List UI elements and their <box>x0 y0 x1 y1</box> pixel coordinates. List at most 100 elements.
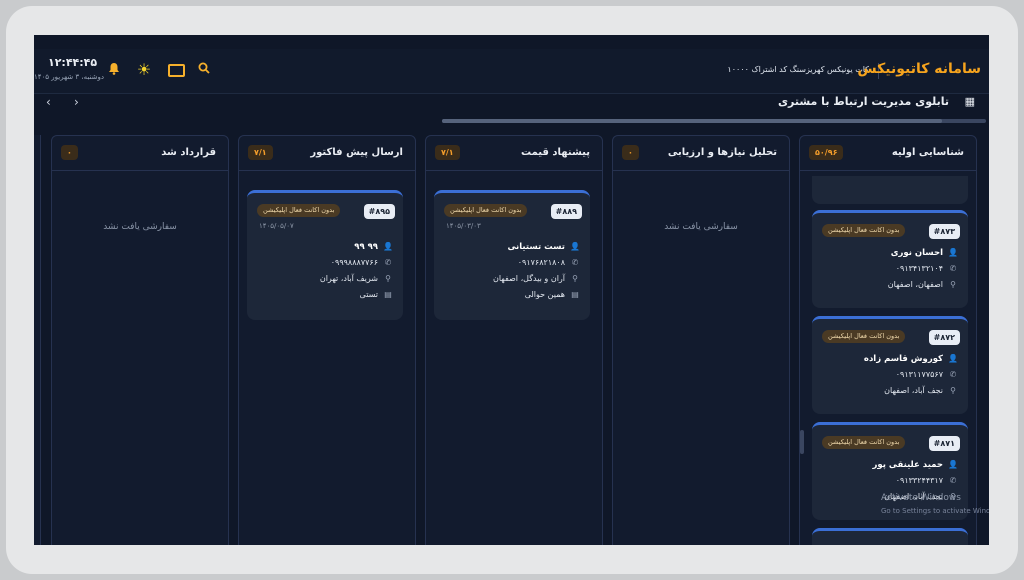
bell-icon[interactable] <box>106 62 122 78</box>
column-contract-signed: قرارداد شد ۰ سفارشی یافت نشد <box>51 135 229 545</box>
column-scrollbar-thumb[interactable] <box>800 430 804 454</box>
empty-state-text: سفارشی یافت نشد <box>103 222 177 232</box>
card-partial[interactable] <box>812 528 968 545</box>
column-header: شناسایی اولیه ۵۰/۹۶ <box>800 136 976 171</box>
card-note-row: ▤ همین حوالی <box>525 290 580 302</box>
column-count-badge: ۵۰/۹۶ <box>809 145 844 160</box>
card-address-row: ⚲ نجف آباد، اصفهان <box>884 386 958 398</box>
card-address-row: ⚲ شریف آباد، تهران <box>320 274 393 286</box>
column-header: قرارداد شد ۰ <box>52 136 228 171</box>
column-count-badge: ۷/۱ <box>248 145 273 160</box>
card-note: تستی <box>359 290 378 299</box>
card-date: ۱۴۰۵/۰۳/۰۳ <box>446 222 481 230</box>
keyboard-icon[interactable] <box>168 62 185 78</box>
column-initial-identification: شناسایی اولیه ۵۰/۹۶ #۸۷۳ بدون اکانت فعال… <box>799 135 977 545</box>
card-id: #۸۷۲ <box>928 330 960 345</box>
user-icon: 👤 <box>570 242 580 251</box>
card-phone-row: ✆ ۰۹۱۳۴۱۳۲۱۰۴ <box>896 264 958 276</box>
card-name-row: 👤 حمید علینقی پور <box>873 460 958 472</box>
card-name-row: 👤 احسان نوری <box>891 248 958 260</box>
location-icon: ⚲ <box>950 280 956 289</box>
card-name-row: 👤 تست تستیانی <box>507 242 580 254</box>
card-phone: ۰۹۱۷۶۸۲۱۸۰۸ <box>517 258 565 267</box>
user-icon: 👤 <box>383 242 393 251</box>
column-count-badge: ۷/۱ <box>435 145 460 160</box>
chevron-left-icon[interactable]: ‹ <box>46 95 51 109</box>
subscription-subtitle: کات یونیکس کهریزسنگ کد اشتراک ۱۰۰۰۰ <box>727 65 869 74</box>
column-needs-analysis: تحلیل نیازها و ارزیابی ۰ سفارشی یافت نشد <box>612 135 790 545</box>
phone-icon: ✆ <box>949 264 957 273</box>
user-icon: 👤 <box>948 460 958 469</box>
card-name: احسان نوری <box>890 248 943 258</box>
phone-icon: ✆ <box>949 370 957 379</box>
current-date: دوشنبه، ۳ شهریور ۱۴۰۵ <box>34 73 104 81</box>
chevron-right-icon[interactable]: › <box>74 95 79 109</box>
card-name: ۹۹ ۹۹ <box>354 242 378 252</box>
card-note-row: ▤ تستی <box>360 290 393 302</box>
document-icon: ▤ <box>384 290 392 299</box>
card-phone-row: ✆ ۰۹۱۳۳۲۴۴۳۱۷ <box>896 476 958 488</box>
column-title: پیشنهاد قیمت <box>521 147 590 158</box>
customer-card[interactable]: #۸۷۱ بدون اکانت فعال اپلیکیشن 👤 حمید علین… <box>812 422 968 520</box>
card-address: شریف آباد، تهران <box>319 274 378 283</box>
customer-card[interactable]: #۸۹۵ بدون اکانت فعال اپلیکیشن ۱۴۰۵/۰۵/۰۷… <box>247 190 403 320</box>
user-icon: 👤 <box>948 248 958 257</box>
location-icon: ⚲ <box>572 274 578 283</box>
card-phone-row: ✆ ۰۹۹۹۸۸۸۷۷۶۶ <box>331 258 393 270</box>
document-icon: ▤ <box>571 290 579 299</box>
customer-card[interactable]: #۸۸۹ بدون اکانت فعال اپلیکیشن ۱۴۰۵/۰۳/۰۳… <box>434 190 590 320</box>
card-name: تست تستیانی <box>507 242 565 252</box>
column-edge-partial <box>34 135 41 545</box>
card-date: ۱۴۰۵/۰۵/۰۷ <box>259 222 294 230</box>
column-count-badge: ۰ <box>622 145 639 160</box>
phone-icon: ✆ <box>571 258 579 267</box>
customer-card[interactable]: #۸۷۲ بدون اکانت فعال اپلیکیشن 👤 کوروش قاس… <box>812 316 968 414</box>
card-phone: ۰۹۹۹۸۸۸۷۷۶۶ <box>330 258 378 267</box>
card-phone: ۰۹۱۳۱۱۷۷۵۶۷ <box>895 370 943 379</box>
card-status-badge: بدون اکانت فعال اپلیکیشن <box>822 330 906 343</box>
card-name-row: 👤 کوروش قاسم زاده <box>864 354 958 366</box>
windows-watermark-subtitle: Go to Settings to activate Windows. <box>881 507 989 515</box>
page-title: تابلوی مدیریت ارتباط با مشتری <box>777 95 949 108</box>
card-partial[interactable] <box>812 176 968 204</box>
card-id: #۸۷۱ <box>928 436 960 451</box>
card-phone: ۰۹۱۳۳۲۴۴۳۱۷ <box>895 476 943 485</box>
column-header: پیشنهاد قیمت ۷/۱ <box>426 136 602 171</box>
card-id: #۸۹۵ <box>363 204 395 219</box>
horizontal-scrollbar-thumb[interactable] <box>442 119 942 123</box>
card-phone: ۰۹۱۳۴۱۳۲۱۰۴ <box>895 264 943 273</box>
card-address: نجف آباد، اصفهان <box>884 386 943 395</box>
card-phone-row: ✆ ۰۹۱۳۱۱۷۷۵۶۷ <box>896 370 958 382</box>
card-status-badge: بدون اکانت فعال اپلیکیشن <box>822 436 906 449</box>
card-status-badge: بدون اکانت فعال اپلیکیشن <box>257 204 341 217</box>
card-address-row: ⚲ آران و بیدگل، اصفهان <box>493 274 580 286</box>
column-header: تحلیل نیازها و ارزیابی ۰ <box>613 136 789 171</box>
sun-icon[interactable]: ☀ <box>136 62 152 78</box>
location-icon: ⚲ <box>385 274 391 283</box>
phone-icon: ✆ <box>949 476 957 485</box>
card-address-row: ⚲ اصفهان، اصفهان <box>888 280 958 292</box>
column-title: شناسایی اولیه <box>891 147 964 158</box>
card-note: همین حوالی <box>524 290 565 299</box>
card-name-row: 👤 ۹۹ ۹۹ <box>354 242 393 254</box>
clock: ۱۲:۴۴:۴۵ <box>48 56 98 69</box>
card-id: #۸۷۳ <box>928 224 960 239</box>
column-title: قرارداد شد <box>161 147 216 158</box>
column-header: ارسال پیش فاکتور ۷/۱ <box>239 136 415 171</box>
column-title: تحلیل نیازها و ارزیابی <box>667 147 777 158</box>
card-status-badge: بدون اکانت فعال اپلیکیشن <box>822 224 906 237</box>
app-brand[interactable]: سامانه کاتیونیکس <box>857 61 981 77</box>
search-icon[interactable] <box>196 62 212 78</box>
column-count-badge: ۰ <box>61 145 78 160</box>
card-name: حمید علینقی پور <box>872 460 943 470</box>
card-address: اصفهان، اصفهان <box>887 280 943 289</box>
card-phone-row: ✆ ۰۹۱۷۶۸۲۱۸۰۸ <box>518 258 580 270</box>
card-status-badge: بدون اکانت فعال اپلیکیشن <box>444 204 528 217</box>
phone-icon: ✆ <box>384 258 392 267</box>
card-name: کوروش قاسم زاده <box>863 354 943 364</box>
empty-state-text: سفارشی یافت نشد <box>664 222 738 232</box>
customer-card[interactable]: #۸۷۳ بدون اکانت فعال اپلیکیشن 👤 احسان نور… <box>812 210 968 308</box>
column-price-offer: پیشنهاد قیمت ۷/۱ #۸۸۹ بدون اکانت فعال اپ… <box>425 135 603 545</box>
column-title: ارسال پیش فاکتور <box>310 147 403 158</box>
windows-watermark-title: Activate Windows <box>881 493 961 503</box>
